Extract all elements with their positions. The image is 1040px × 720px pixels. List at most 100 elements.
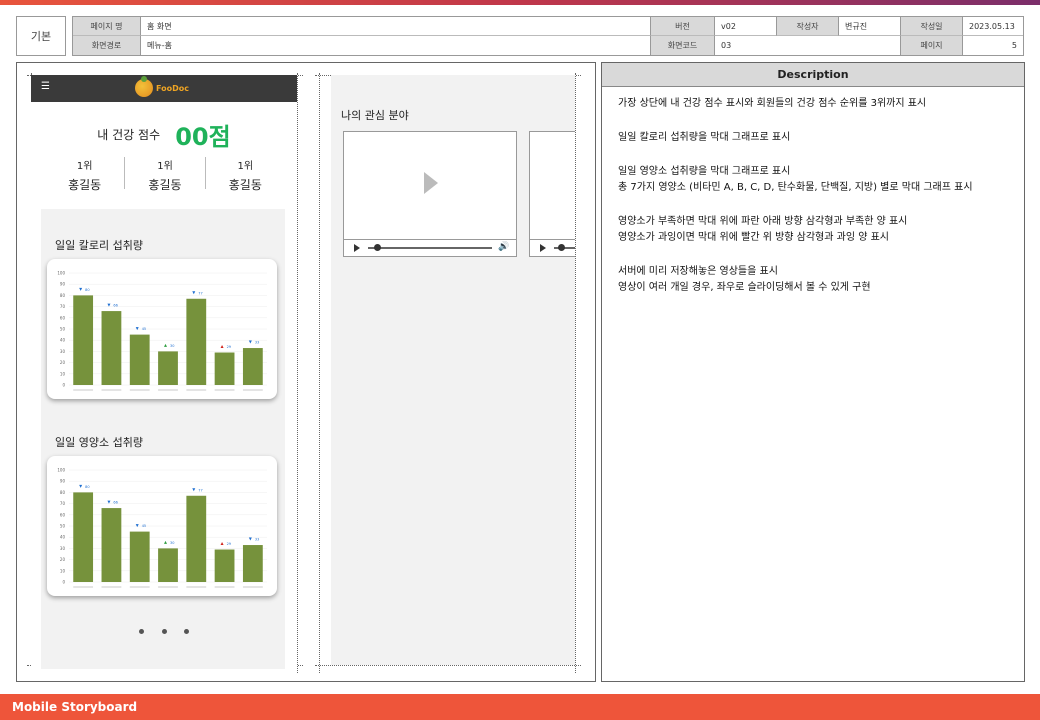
bar-value-label: 33 xyxy=(255,341,259,345)
video-player[interactable]: 🔊 xyxy=(343,131,517,257)
description-line: 영양소가 과잉이면 막대 위에 빨간 위 방향 삼각형과 과잉 양 표시 xyxy=(618,232,889,243)
rank-position: 1위 xyxy=(157,161,173,172)
logo-icon xyxy=(135,76,153,97)
screen-code-label: 화면코드 xyxy=(651,36,715,55)
charts-section: 일일 칼로리 섭취량 0 10 20 30 40 50 60 70 80 90 100 80 66 45 3… xyxy=(41,209,285,669)
y-tick-label: 60 xyxy=(60,315,66,320)
y-tick-label: 70 xyxy=(60,304,66,309)
y-tick-label: 60 xyxy=(60,512,66,517)
page-dot[interactable] xyxy=(139,629,144,634)
seek-handle[interactable] xyxy=(374,244,381,251)
description-gap xyxy=(618,247,1008,265)
deficit-triangle-icon xyxy=(107,500,111,504)
bar xyxy=(101,508,122,582)
bar xyxy=(129,531,150,582)
video-controls xyxy=(530,240,575,256)
y-tick-label: 10 xyxy=(60,371,66,376)
play-icon[interactable] xyxy=(424,172,438,194)
ranking-item: 1위 홍길동 xyxy=(125,157,206,192)
bar-value-label: 80 xyxy=(85,288,89,292)
guide-line xyxy=(319,73,320,673)
video-player[interactable] xyxy=(529,131,575,257)
description-line: 일일 칼로리 섭취량을 막대 그래프로 표시 xyxy=(618,132,791,143)
nutrient-bar-chart: 0 10 20 30 40 50 60 70 80 90 100 80 66 45 30 77 29 33 xyxy=(57,468,267,588)
bar-value-label: 30 xyxy=(170,541,174,545)
app-top-bar: ☰ FooDoc xyxy=(31,75,297,102)
path-label: 화면경로 xyxy=(73,36,141,55)
bar xyxy=(242,545,263,582)
description-line: 총 7가지 영양소 (비타민 A, B, C, D, 탄수화물, 단백질, 지방… xyxy=(618,182,973,193)
y-tick-label: 10 xyxy=(60,568,66,573)
play-button-icon[interactable] xyxy=(540,244,546,252)
nutrient-chart-card: 0 10 20 30 40 50 60 70 80 90 100 80 66 45 30 77 29 33 xyxy=(47,456,277,596)
bar xyxy=(129,334,150,385)
seek-bar[interactable] xyxy=(368,247,492,249)
y-tick-label: 50 xyxy=(60,524,66,529)
bar xyxy=(214,352,235,385)
y-tick-label: 50 xyxy=(60,327,66,332)
video-screen[interactable] xyxy=(530,132,575,240)
rank-user-name: 홍길동 xyxy=(68,178,102,192)
calorie-chart-card: 0 10 20 30 40 50 60 70 80 90 100 80 66 45 30 77 29 33 xyxy=(47,259,277,399)
deficit-triangle-icon xyxy=(192,488,196,492)
play-button-icon[interactable] xyxy=(354,244,360,252)
hamburger-menu-icon[interactable]: ☰ xyxy=(41,81,50,92)
page-dot[interactable] xyxy=(161,629,167,634)
guide-line xyxy=(315,665,581,666)
date-value: 2023.05.13 xyxy=(963,17,1023,36)
nutrient-chart-title: 일일 영양소 섭취량 xyxy=(55,436,143,449)
description-gap xyxy=(618,147,1008,165)
video-screen[interactable] xyxy=(344,132,516,240)
guide-line xyxy=(575,73,576,673)
y-tick-label: 30 xyxy=(60,349,66,354)
deficit-triangle-icon xyxy=(79,287,83,291)
bar-value-label: 29 xyxy=(227,542,231,546)
bar-value-label: 30 xyxy=(170,344,174,348)
excess-triangle-icon xyxy=(220,345,224,349)
rank-user-name: 홍길동 xyxy=(228,178,262,192)
guide-line xyxy=(297,73,298,673)
bar-value-label: 29 xyxy=(227,345,231,349)
rank-position: 1위 xyxy=(76,161,93,172)
bar-value-label: 66 xyxy=(113,304,117,308)
y-tick-label: 0 xyxy=(62,580,65,585)
y-tick-label: 40 xyxy=(60,338,66,343)
bar-value-label: 80 xyxy=(85,485,89,489)
volume-icon[interactable]: 🔊 xyxy=(498,242,509,252)
rank-user-name: 홍길동 xyxy=(148,178,182,192)
bar-value-label: 33 xyxy=(255,538,259,542)
mobile-interest-screen: 나의 관심 분야 🔊 xyxy=(331,75,575,665)
excess-triangle-icon xyxy=(164,343,167,347)
bar-value-label: 45 xyxy=(142,524,146,528)
app-logo: FooDoc xyxy=(135,76,189,97)
calorie-bar-chart: 0 10 20 30 40 50 60 70 80 90 100 80 66 45 30 77 29 33 xyxy=(57,271,267,391)
page-dot[interactable] xyxy=(184,629,189,634)
page-indicator[interactable] xyxy=(139,629,189,634)
page-number-value: 5 xyxy=(1011,41,1017,50)
bar xyxy=(214,549,235,582)
description-lines: 가장 상단에 내 건강 점수 표시와 회원들의 건강 점수 순위를 3위까지 표… xyxy=(602,87,1024,307)
y-tick-label: 0 xyxy=(62,383,65,388)
seek-handle[interactable] xyxy=(558,244,565,251)
deficit-triangle-icon xyxy=(248,537,252,541)
screen-panel: ☰ FooDoc 내 건강 점수 00점 1위 홍길동 1위 홍길동 1위 홍길… xyxy=(16,62,596,682)
page-name-label: 페이지 명 xyxy=(73,17,141,36)
description-line: 일일 영양소 섭취량을 막대 그래프로 표시 xyxy=(618,166,791,177)
header-table: 페이지 명 홈 화면 버전 v02 작성자 변규진 작성일 2023.05.13… xyxy=(72,16,1024,56)
y-tick-label: 20 xyxy=(60,360,66,365)
description-gap xyxy=(618,197,1008,215)
doc-type-label: 기본 xyxy=(16,16,66,56)
description-line: 서버에 미리 저장해놓은 영상들을 표시 xyxy=(618,266,778,277)
bar xyxy=(242,348,263,385)
deficit-triangle-icon xyxy=(248,340,252,344)
interest-title: 나의 관심 분야 xyxy=(341,109,409,122)
y-tick-label: 30 xyxy=(60,546,66,551)
description-line: 영양소가 부족하면 막대 위에 파란 아래 방향 삼각형과 부족한 양 표시 xyxy=(618,216,908,227)
date-label: 작성일 xyxy=(901,17,963,36)
bar xyxy=(158,351,178,385)
deficit-triangle-icon xyxy=(107,303,111,307)
ranking-item: 1위 홍길동 xyxy=(206,157,285,192)
deficit-triangle-icon xyxy=(79,484,83,488)
y-tick-label: 100 xyxy=(57,468,65,473)
path-value: 메뉴-홈 xyxy=(141,36,651,55)
